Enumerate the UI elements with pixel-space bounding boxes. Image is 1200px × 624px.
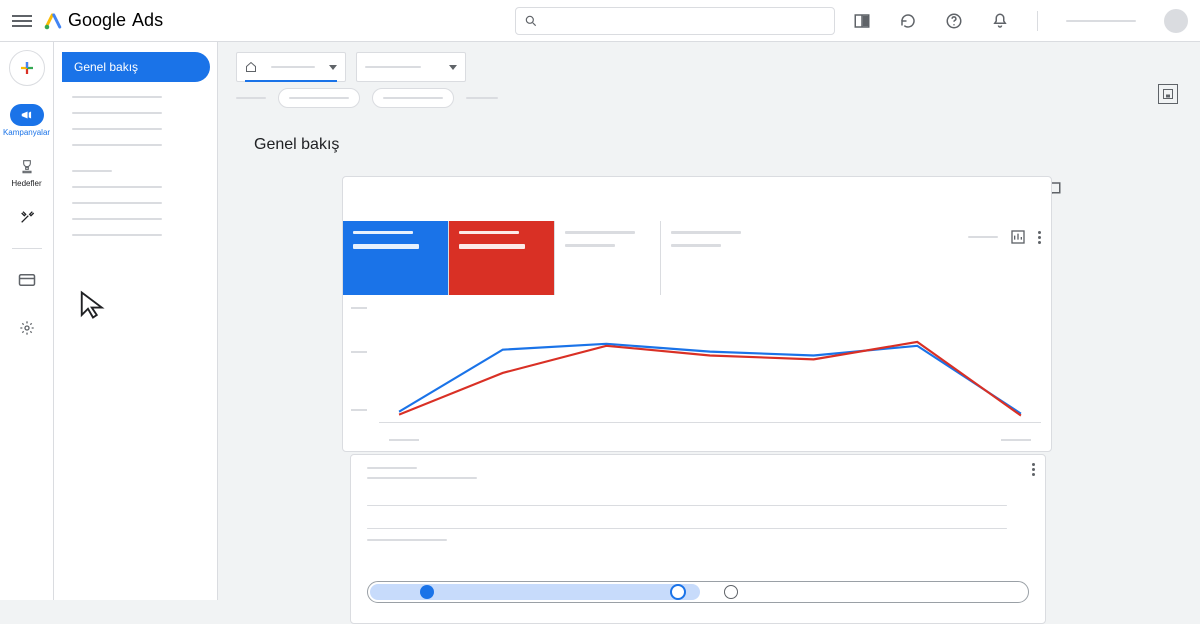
filter-chip[interactable] xyxy=(278,88,360,108)
filter-row xyxy=(236,88,498,108)
overview-chart xyxy=(379,301,1041,441)
dropdown-label xyxy=(271,66,315,68)
sidebar-item[interactable] xyxy=(72,144,162,146)
notifications-icon[interactable] xyxy=(991,12,1009,30)
kebab-icon[interactable] xyxy=(1038,231,1041,244)
sidebar-item[interactable] xyxy=(72,96,162,98)
rail-goals[interactable]: Hedefler xyxy=(4,155,50,188)
sidebar-item[interactable] xyxy=(72,218,162,220)
scorecard-metric-3[interactable] xyxy=(555,221,661,295)
sidebar-item[interactable] xyxy=(72,186,162,188)
side-nav: Genel bakış xyxy=(54,42,218,600)
sidebar-item[interactable] xyxy=(72,202,162,204)
account-scope-dropdown[interactable] xyxy=(236,52,346,82)
secondary-card xyxy=(350,454,1046,624)
rail-campaigns-label: Kampanyalar xyxy=(3,128,50,137)
rail-goals-label: Hedefler xyxy=(11,179,41,188)
home-icon xyxy=(245,61,257,73)
trophy-icon xyxy=(19,158,35,174)
page-title: Genel bakış xyxy=(254,136,339,154)
scorecard-metric-4[interactable] xyxy=(661,221,767,295)
sidebar-item[interactable] xyxy=(72,128,162,130)
step-dot-1 xyxy=(420,585,434,599)
search-field[interactable] xyxy=(544,14,826,28)
scorecard-metric-2[interactable] xyxy=(449,221,555,295)
sidebar-item-label: Genel bakış xyxy=(74,60,138,74)
save-view-icon[interactable] xyxy=(1158,84,1178,104)
scorecard-metric-1[interactable] xyxy=(343,221,449,295)
create-button[interactable] xyxy=(9,50,45,86)
megaphone-icon xyxy=(19,108,35,122)
sidebar-item[interactable] xyxy=(72,112,162,114)
tools-icon xyxy=(19,209,35,225)
step-dot-2 xyxy=(670,584,686,600)
top-bar: Google Ads xyxy=(0,0,1200,42)
sidebar-group[interactable] xyxy=(72,170,112,172)
filter-label xyxy=(236,97,266,99)
rail-tools[interactable] xyxy=(4,206,50,228)
dropdown-label xyxy=(365,66,421,68)
left-rail: Kampanyalar Hedefler xyxy=(0,42,54,600)
account-label-placeholder xyxy=(1066,20,1136,22)
hamburger-icon[interactable] xyxy=(12,12,32,30)
scorecard-row xyxy=(343,221,1051,295)
secondary-dropdown[interactable] xyxy=(356,52,466,82)
expand-chart-icon[interactable] xyxy=(1010,229,1026,245)
plus-icon xyxy=(18,59,36,77)
sidebar-item-overview[interactable]: Genel bakış xyxy=(62,52,210,82)
filter-label xyxy=(466,97,498,99)
search-input[interactable] xyxy=(515,7,835,35)
overview-card xyxy=(342,176,1052,452)
chevron-down-icon xyxy=(449,65,457,70)
sidebar-item[interactable] xyxy=(72,234,162,236)
logo-text-google: Google xyxy=(68,10,126,31)
avatar[interactable] xyxy=(1164,9,1188,33)
logo: Google Ads xyxy=(44,10,163,31)
top-actions xyxy=(853,9,1188,33)
kebab-icon[interactable] xyxy=(1032,463,1035,476)
ads-logo-icon xyxy=(44,12,62,30)
divider xyxy=(1037,11,1038,31)
search-icon xyxy=(524,14,538,28)
columns-icon[interactable] xyxy=(853,12,871,30)
rail-divider xyxy=(12,248,42,249)
chevron-down-icon xyxy=(329,65,337,70)
rail-billing[interactable] xyxy=(4,269,50,291)
filter-chip[interactable] xyxy=(372,88,454,108)
gear-icon xyxy=(19,320,35,336)
step-dot-3 xyxy=(724,585,738,599)
refresh-icon[interactable] xyxy=(899,12,917,30)
logo-text-ads: Ads xyxy=(132,10,163,31)
rail-campaigns[interactable]: Kampanyalar xyxy=(4,104,50,137)
help-icon[interactable] xyxy=(945,12,963,30)
rail-settings[interactable] xyxy=(4,317,50,339)
credit-card-icon xyxy=(18,273,36,287)
